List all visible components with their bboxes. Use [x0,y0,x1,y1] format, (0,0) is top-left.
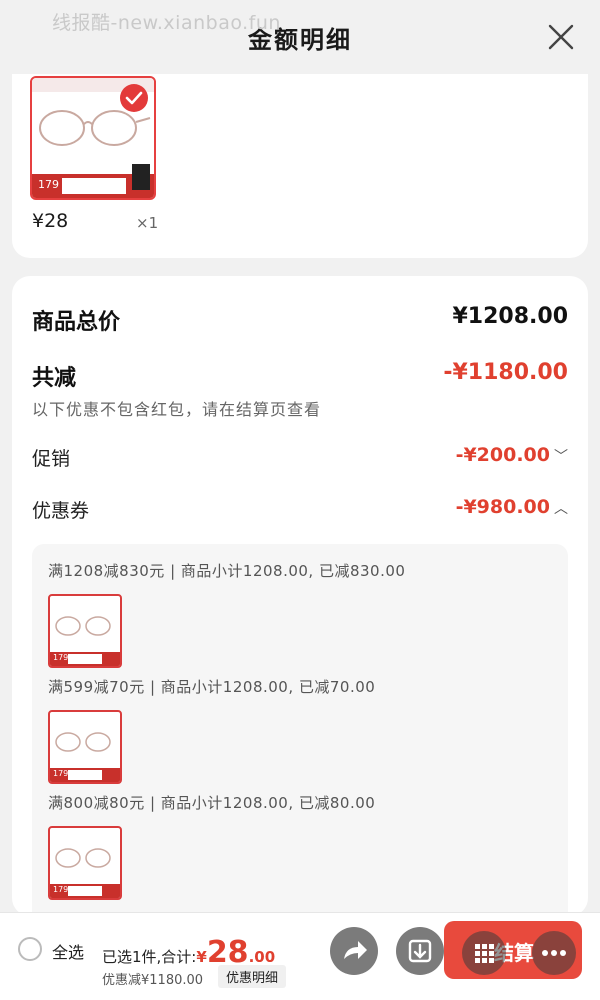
watermark-text: 线报酷-new.xianbao.fun [52,12,281,34]
reduce-label: 共减 [32,366,77,391]
item-quantity: ×1 [136,214,159,232]
selected-prefix: 已选1件,合计: [102,948,197,966]
chevron-down-icon: ﹀ [554,449,568,465]
bottom-checkout-bar: 全选 已选1件,合计:¥28.00 优惠减¥1180.00 优惠明细 结算 [0,912,600,1000]
download-icon [408,939,432,963]
promo-value: -¥200.00 ﹀ [455,444,568,466]
share-button[interactable] [330,927,378,975]
mini-thumb-price: 179 [53,653,69,662]
close-icon[interactable] [546,22,576,52]
amount-detail-card: 商品总价 ¥1208.00 共减 -¥1180.00 以下优惠不包含红包，请在结… [12,276,588,916]
total-label: 商品总价 [32,310,121,335]
reduce-row: 共减 -¥1180.00 [32,360,568,396]
thumb-price: 179 [38,178,59,191]
discount-detail-button[interactable]: 优惠明细 [218,965,287,988]
select-all-label[interactable]: 全选 [52,939,84,963]
promo-row[interactable]: 促销 -¥200.00 ﹀ [32,444,568,480]
coupon-value: -¥980.00 ︿ [455,496,568,518]
product-thumbnail[interactable]: 179 [30,76,156,200]
total-row: 商品总价 ¥1208.00 [32,304,568,340]
coupon-line-2: 满599减70元 | 商品小计1208.00, 已减70.00 [48,678,376,696]
download-button[interactable] [396,927,444,975]
coupon-row[interactable]: 优惠券 -¥980.00 ︿ [32,496,568,532]
more-button[interactable] [532,931,576,975]
selected-check-icon[interactable] [120,84,148,112]
discount-total: 优惠减¥1180.00 [102,973,204,988]
coupon-product-thumb-1[interactable]: 179 [48,594,122,668]
grid-icon [475,944,494,963]
sum-price: ¥28.00 [196,935,276,970]
more-icon [542,950,566,956]
reduce-value: -¥1180.00 [443,360,568,385]
chevron-up-icon: ︿ [554,501,568,517]
product-card: 179 ¥28 ×1 [12,74,588,258]
tab-bar-edge [0,992,600,1000]
coupon-label: 优惠券 [32,500,90,522]
select-all-radio[interactable] [18,937,42,961]
coupon-product-thumb-2[interactable]: 179 [48,710,122,784]
item-price: ¥28 [32,210,69,232]
mini-thumb-price: 179 [53,885,69,894]
coupon-product-thumb-3[interactable]: 179 [48,826,122,900]
share-icon [344,941,367,959]
coupon-line-1: 满1208减830元 | 商品小计1208.00, 已减830.00 [48,562,406,580]
grid-menu-button[interactable] [462,931,506,975]
checkout-button[interactable]: 结算 [444,921,582,979]
total-value: ¥1208.00 [452,304,568,329]
coupon-line-3: 满800减80元 | 商品小计1208.00, 已减80.00 [48,794,376,812]
discount-note: 以下优惠不包含红包，请在结算页查看 [32,400,322,419]
coupon-detail-panel: 满1208减830元 | 商品小计1208.00, 已减830.00 179 满… [32,544,568,916]
promo-label: 促销 [32,448,71,470]
mini-thumb-price: 179 [53,769,69,778]
